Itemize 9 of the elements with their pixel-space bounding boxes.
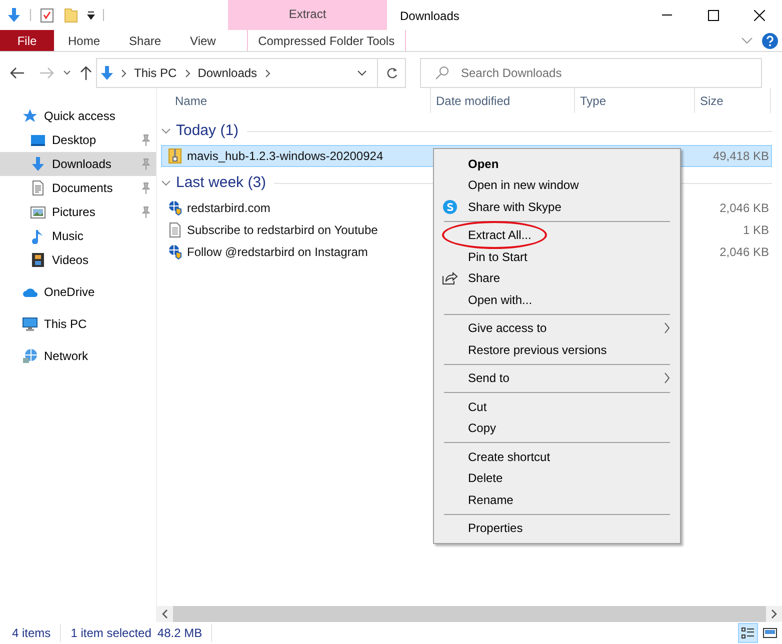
file-size: 49,418 KB [712, 148, 770, 165]
status-text: 48.2 MB [157, 624, 212, 642]
contextual-tab-header: Extract [228, 0, 387, 30]
file-size: 2,046 KB [720, 244, 770, 261]
status-text: 4 items [0, 624, 61, 642]
status-text: 1 item selected [70, 625, 152, 642]
file-size: 1 KB [742, 222, 770, 239]
window-title: Downloads [399, 8, 460, 25]
file-size: 2,046 KB [720, 200, 770, 217]
